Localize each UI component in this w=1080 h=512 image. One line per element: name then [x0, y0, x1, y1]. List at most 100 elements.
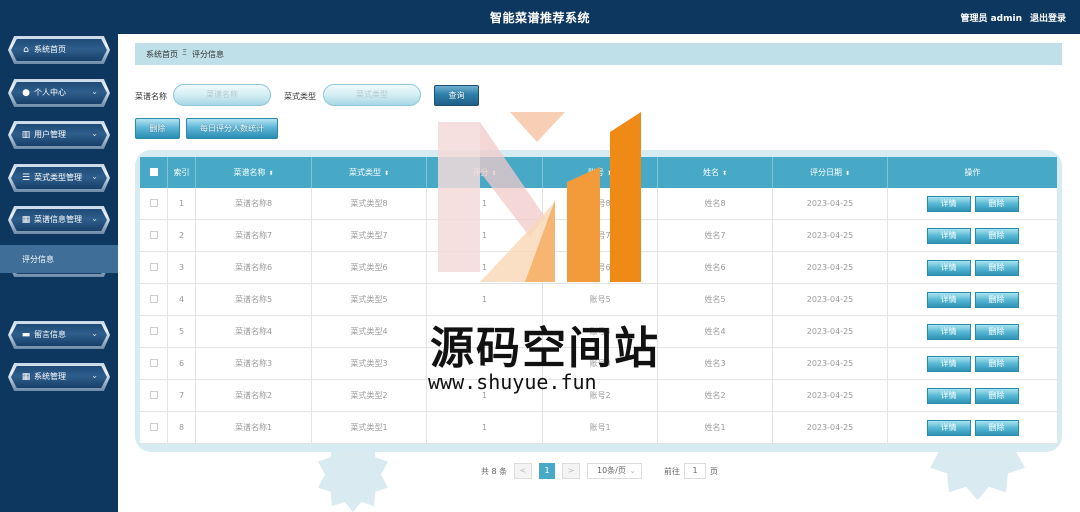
column-header[interactable]: 评分日期 ⬍: [773, 157, 888, 188]
row-checkbox[interactable]: [140, 252, 168, 283]
cell-dish: 菜谱名称4: [196, 316, 312, 347]
row-checkbox[interactable]: [140, 220, 168, 251]
sidebar-item-4[interactable]: ☰ 菜式类型管理 ⌄: [8, 164, 110, 192]
cell-score: 1: [427, 284, 543, 315]
row-checkbox[interactable]: [140, 188, 168, 219]
detail-button[interactable]: 详情: [926, 419, 971, 436]
delete-button[interactable]: 删除: [974, 323, 1019, 340]
sidebar-item-label: 菜谱信息管理: [34, 215, 82, 224]
sort-icon[interactable]: ⬍: [384, 170, 389, 177]
delete-button[interactable]: 删除: [974, 387, 1019, 404]
row-checkbox[interactable]: [140, 380, 168, 411]
chevron-icon: ⌄: [91, 172, 98, 181]
delete-button[interactable]: 删除: [974, 259, 1019, 276]
current-user: 管理员 admin: [960, 14, 1022, 24]
next-page-button[interactable]: >: [562, 463, 580, 479]
sidebar-subitem-rating-info[interactable]: 评分信息: [0, 245, 118, 273]
column-header-label: 菜式类型: [348, 168, 381, 177]
sidebar-item-8[interactable]: ▦ 系统管理 ⌄: [8, 363, 110, 391]
row-checkbox[interactable]: [140, 316, 168, 347]
cell-dish: 菜谱名称3: [196, 348, 312, 379]
dish-name-input[interactable]: 菜谱名称: [173, 84, 271, 106]
cell-dish: 菜谱名称1: [196, 412, 312, 443]
detail-button[interactable]: 详情: [926, 291, 971, 308]
cell-index: 6: [168, 348, 196, 379]
page-1-button[interactable]: 1: [539, 463, 555, 479]
cell-index: 4: [168, 284, 196, 315]
detail-button[interactable]: 详情: [926, 323, 971, 340]
cell-name: 姓名4: [658, 316, 773, 347]
sidebar-item-1[interactable]: ⌂ 系统首页: [8, 36, 110, 64]
cell-actions: 详情 删除: [888, 380, 1057, 411]
cell-index: 3: [168, 252, 196, 283]
cell-name: 姓名5: [658, 284, 773, 315]
cell-actions: 详情 删除: [888, 252, 1057, 283]
cell-type: 菜式类型1: [312, 412, 427, 443]
prev-page-button[interactable]: <: [514, 463, 532, 479]
sidebar-item-7[interactable]: ▬ 留言信息 ⌄: [8, 321, 110, 349]
sort-icon[interactable]: ⬍: [268, 170, 273, 177]
cell-date: 2023-04-25: [773, 220, 888, 251]
chevron-icon: ⌄: [91, 129, 98, 138]
column-header-label: 姓名: [702, 168, 719, 177]
sidebar-item-2[interactable]: ● 个人中心 ⌄: [8, 79, 110, 107]
cell-index: 1: [168, 188, 196, 219]
delete-button[interactable]: 删除: [974, 419, 1019, 436]
sidebar-item-label: 个人中心: [34, 88, 66, 97]
home-icon: ⌂: [23, 45, 29, 55]
sidebar-item-label: 系统管理: [34, 372, 66, 381]
bar-chart-icon: ▥: [21, 130, 31, 140]
chevron-icon: ⌄: [91, 329, 98, 338]
cell-actions: 详情 删除: [888, 284, 1057, 315]
page-size-select[interactable]: 10条/页 ⌄: [587, 463, 642, 479]
detail-button[interactable]: 详情: [926, 387, 971, 404]
detail-button[interactable]: 详情: [926, 227, 971, 244]
cell-score: 1: [427, 412, 543, 443]
grid-icon: ▦: [21, 215, 31, 225]
delete-button[interactable]: 删除: [974, 195, 1019, 212]
goto-label: 前往: [664, 467, 680, 476]
select-all-checkbox[interactable]: [140, 157, 168, 188]
column-header[interactable]: 菜式类型 ⬍: [312, 157, 427, 188]
cell-dish: 菜谱名称6: [196, 252, 312, 283]
column-header-label: 评分日期: [809, 168, 842, 177]
checkbox-icon: [149, 230, 158, 239]
cell-index: 8: [168, 412, 196, 443]
column-header[interactable]: 菜谱名称 ⬍: [196, 157, 312, 188]
sidebar-item-label: 菜式类型管理: [34, 173, 82, 182]
column-header: 操作: [888, 157, 1057, 188]
row-checkbox[interactable]: [140, 284, 168, 315]
daily-stats-button[interactable]: 每日评分人数统计: [186, 118, 278, 139]
cell-date: 2023-04-25: [773, 284, 888, 315]
cell-actions: 详情 删除: [888, 220, 1057, 251]
delete-button[interactable]: 删除: [974, 355, 1019, 372]
page-size-value: 10条/页: [597, 466, 626, 475]
checkbox-icon: [149, 294, 158, 303]
cell-name: 姓名1: [658, 412, 773, 443]
watermark-text: 源码空间站: [430, 323, 660, 374]
watermark-url: www.shuyue.fun: [428, 370, 597, 394]
delete-button[interactable]: 删除: [974, 291, 1019, 308]
cell-date: 2023-04-25: [773, 316, 888, 347]
query-button[interactable]: 查询: [434, 85, 479, 106]
sort-icon[interactable]: ⬍: [845, 170, 850, 177]
detail-button[interactable]: 详情: [926, 195, 971, 212]
bulk-delete-button[interactable]: 删除: [135, 118, 180, 139]
row-checkbox[interactable]: [140, 412, 168, 443]
breadcrumb-home[interactable]: 系统首页: [146, 49, 178, 60]
sidebar-item-5[interactable]: ▦ 菜谱信息管理 ⌄: [8, 206, 110, 234]
sort-icon[interactable]: ⬍: [722, 170, 727, 177]
dish-type-input[interactable]: 菜式类型: [323, 84, 421, 106]
folder-icon: ▬: [21, 330, 31, 340]
goto-page-input[interactable]: 1: [684, 463, 706, 479]
page-unit-label: 页: [710, 467, 718, 476]
detail-button[interactable]: 详情: [926, 259, 971, 276]
sidebar-item-3[interactable]: ▥ 用户管理 ⌄: [8, 121, 110, 149]
logout-link[interactable]: 退出登录: [1030, 14, 1066, 24]
delete-button[interactable]: 删除: [974, 227, 1019, 244]
column-header-label: 操作: [964, 168, 981, 177]
cell-type: 菜式类型4: [312, 316, 427, 347]
column-header[interactable]: 姓名 ⬍: [658, 157, 773, 188]
detail-button[interactable]: 详情: [926, 355, 971, 372]
row-checkbox[interactable]: [140, 348, 168, 379]
